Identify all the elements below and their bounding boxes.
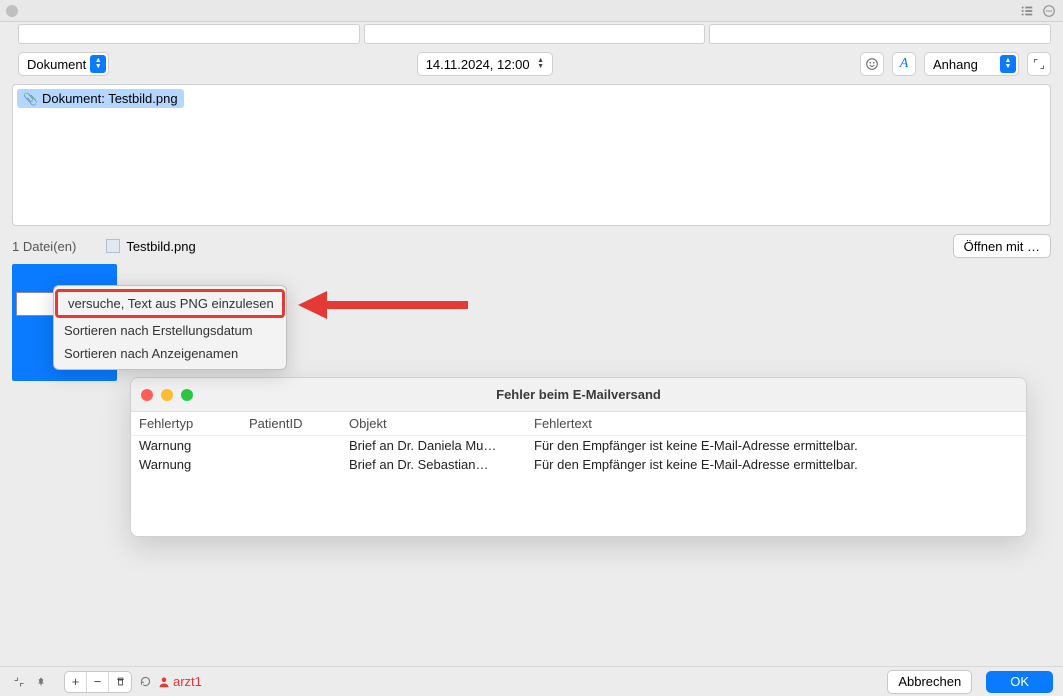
table-row[interactable]: Warnung Brief an Dr. Daniela Mu… Für den…: [131, 436, 1026, 455]
filename-label: Testbild.png: [126, 239, 195, 254]
table-row[interactable]: Warnung Brief an Dr. Sebastian… Für den …: [131, 455, 1026, 474]
pin-icon[interactable]: [32, 673, 50, 691]
titlebar: [0, 0, 1063, 22]
remove-button[interactable]: −: [87, 672, 109, 692]
col-fehlertyp[interactable]: Fehlertyp: [139, 416, 249, 431]
cell-type: Warnung: [139, 457, 249, 472]
attachment-chip-label: Dokument: Testbild.png: [42, 91, 178, 106]
cell-object: Brief an Dr. Sebastian…: [349, 457, 534, 472]
type-select-label: Dokument: [27, 57, 86, 72]
attachment-select-label: Anhang: [933, 57, 978, 72]
more-icon[interactable]: [1041, 3, 1057, 19]
header-field-3[interactable]: [709, 24, 1051, 44]
chevron-updown-icon: ▲▼: [1000, 55, 1016, 73]
datetime-value: 14.11.2024, 12:00: [426, 57, 530, 72]
cell-object: Brief an Dr. Daniela Mu…: [349, 438, 534, 453]
cancel-label: Abbrechen: [898, 674, 961, 689]
chevron-updown-icon: ▲▼: [90, 55, 106, 73]
context-menu-item-ocr[interactable]: versuche, Text aus PNG einzulesen: [55, 289, 285, 318]
file-icon: [106, 239, 120, 253]
cell-text: Für den Empfänger ist keine E-Mail-Adres…: [534, 438, 1018, 453]
refresh-icon[interactable]: [136, 673, 154, 691]
header-field-1[interactable]: [18, 24, 360, 44]
context-menu-item-sort-created[interactable]: Sortieren nach Erstellungsdatum: [54, 319, 286, 342]
type-select[interactable]: Dokument ▲▼: [18, 52, 109, 76]
error-dialog: Fehler beim E-Mailversand Fehlertyp Pati…: [130, 377, 1027, 537]
footer-segment: + −: [64, 671, 132, 693]
cell-patient: [249, 438, 349, 453]
cell-text: Für den Empfänger ist keine E-Mail-Adres…: [534, 457, 1018, 472]
context-menu: versuche, Text aus PNG einzulesen Sortie…: [53, 285, 287, 370]
files-count: 1 Datei(en): [12, 239, 76, 254]
ok-button[interactable]: OK: [986, 671, 1053, 693]
attachment-select[interactable]: Anhang ▲▼: [924, 52, 1019, 76]
ok-label: OK: [1010, 674, 1029, 689]
files-header: 1 Datei(en) Testbild.png Öffnen mit …: [0, 232, 1063, 260]
col-objekt[interactable]: Objekt: [349, 416, 534, 431]
cancel-button[interactable]: Abbrechen: [887, 670, 972, 694]
header-fields: [0, 22, 1063, 46]
col-patientid[interactable]: PatientID: [249, 416, 349, 431]
dialog-title: Fehler beim E-Mailversand: [131, 387, 1026, 402]
font-icon: A: [900, 56, 909, 72]
open-with-label: Öffnen mit …: [964, 239, 1040, 254]
callout-arrow-icon: [293, 285, 473, 328]
window-close-button[interactable]: [6, 5, 18, 17]
dialog-columns: Fehlertyp PatientID Objekt Fehlertext: [131, 412, 1026, 436]
expand-button[interactable]: [1027, 52, 1051, 76]
open-with-button[interactable]: Öffnen mit …: [953, 234, 1051, 258]
font-button[interactable]: A: [892, 52, 916, 76]
collapse-icon[interactable]: [10, 673, 28, 691]
add-button[interactable]: +: [65, 672, 87, 692]
user-label: arzt1: [173, 674, 202, 689]
dialog-titlebar[interactable]: Fehler beim E-Mailversand: [131, 378, 1026, 412]
cell-patient: [249, 457, 349, 472]
toolbar: Dokument ▲▼ 14.11.2024, 12:00 ▲▼ A Anhan…: [0, 46, 1063, 82]
col-fehlertext[interactable]: Fehlertext: [534, 416, 1018, 431]
attachment-dropzone[interactable]: 📎 Dokument: Testbild.png: [12, 84, 1051, 226]
delete-button[interactable]: [109, 672, 131, 692]
cell-type: Warnung: [139, 438, 249, 453]
stepper-icon[interactable]: ▲▼: [534, 58, 548, 70]
list-icon[interactable]: [1019, 3, 1035, 19]
context-menu-item-sort-name[interactable]: Sortieren nach Anzeigenamen: [54, 342, 286, 365]
attachment-chip[interactable]: 📎 Dokument: Testbild.png: [17, 89, 184, 108]
header-field-2[interactable]: [364, 24, 706, 44]
paperclip-icon: 📎: [23, 92, 38, 106]
emoji-button[interactable]: [860, 52, 884, 76]
datetime-field[interactable]: 14.11.2024, 12:00 ▲▼: [417, 52, 553, 76]
footer: + − arzt1 Abbrechen OK: [0, 666, 1063, 696]
user-badge[interactable]: arzt1: [158, 674, 202, 689]
